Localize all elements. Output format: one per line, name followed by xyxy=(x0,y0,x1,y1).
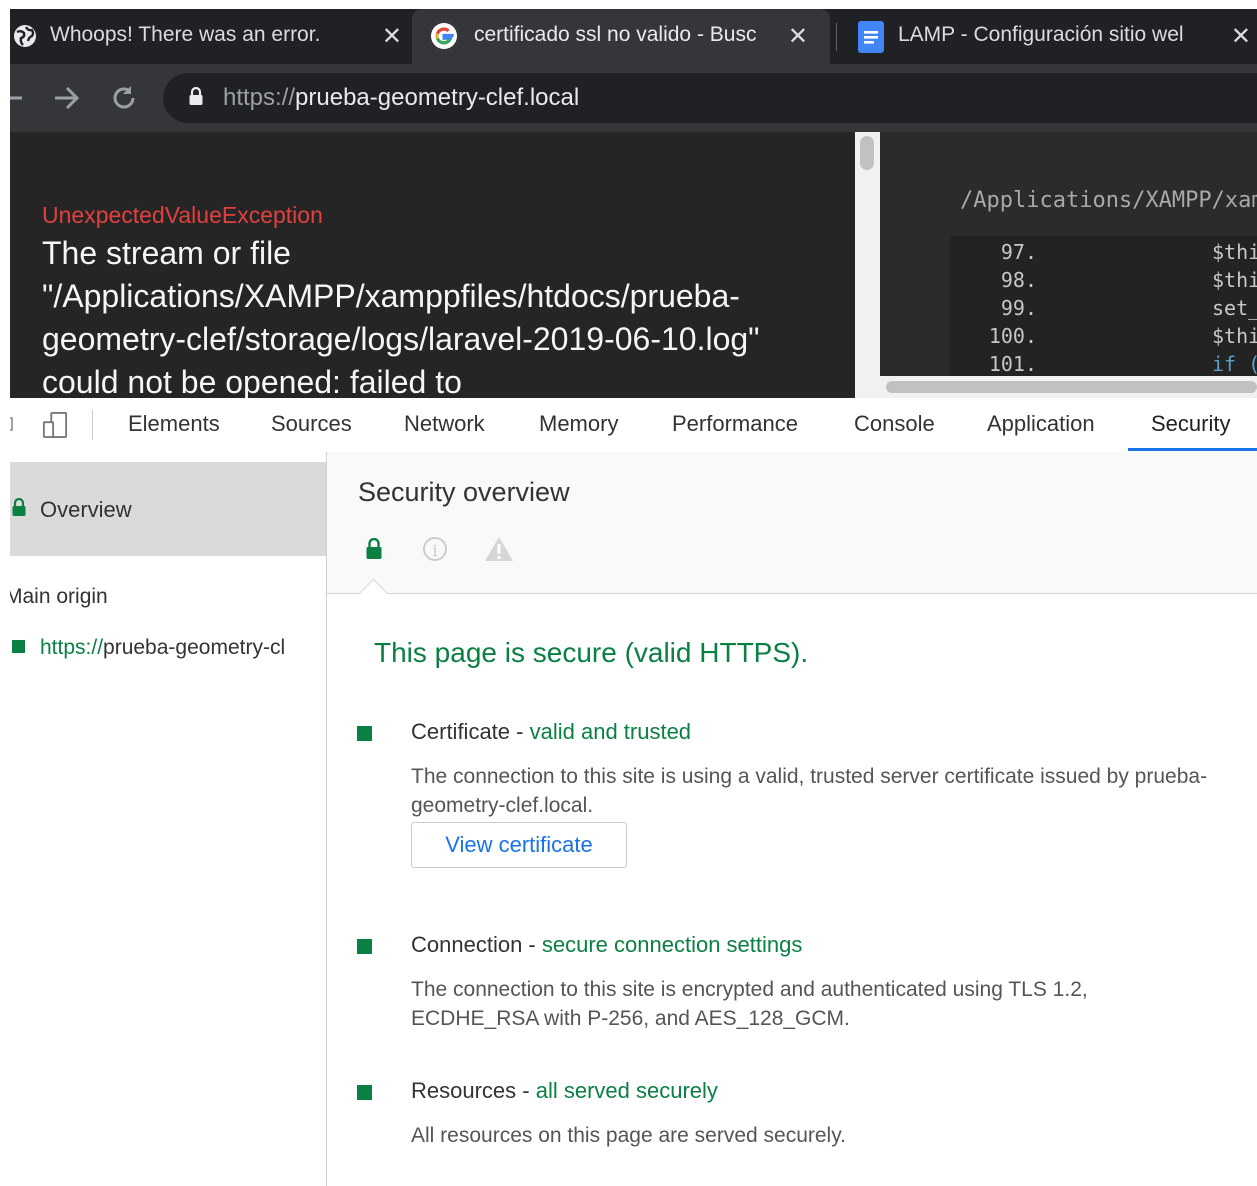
tab-title: LAMP - Configuración sitio wel xyxy=(898,23,1184,46)
tab-sources[interactable]: Sources xyxy=(271,411,352,437)
device-toolbar-icon[interactable] xyxy=(41,412,69,438)
tab-console[interactable]: Console xyxy=(854,411,935,437)
tab-performance[interactable]: Performance xyxy=(672,411,798,437)
sidebar-item-origin[interactable]: https://prueba-geometry-cl xyxy=(10,635,326,665)
globe-icon xyxy=(14,25,36,47)
active-tab-indicator xyxy=(1128,448,1257,451)
tab-strip: Whoops! There was an error. ✕ certificad… xyxy=(10,9,1257,64)
inspect-element-icon[interactable] xyxy=(10,414,14,434)
line-number: 100. xyxy=(988,324,1037,348)
line-number: 99. xyxy=(1000,296,1037,320)
back-arrow-icon[interactable] xyxy=(10,83,24,113)
vertical-scrollbar[interactable] xyxy=(855,132,880,398)
docs-icon xyxy=(858,21,884,53)
tab-network[interactable]: Network xyxy=(404,411,485,437)
main-origin-heading: Main origin xyxy=(10,585,108,608)
page-title: Security overview xyxy=(358,477,570,507)
close-tab-icon[interactable]: ✕ xyxy=(1231,22,1251,51)
reload-icon[interactable] xyxy=(109,83,139,113)
view-certificate-button[interactable]: View certificate xyxy=(411,822,627,868)
section-status: secure connection settings xyxy=(541,932,803,957)
devtools-tabbar: Elements Sources Network Memory Performa… xyxy=(10,398,1257,453)
secure-square-icon xyxy=(357,1085,372,1100)
code-file-path: /Applications/XAMPP/xam xyxy=(960,188,1257,213)
section-label: Resources xyxy=(411,1078,517,1103)
section-status: valid and trusted xyxy=(529,719,692,744)
page-viewport: UnexpectedValueException The stream or f… xyxy=(10,132,1257,398)
section-description: All resources on this page are served se… xyxy=(411,1124,846,1147)
section-heading: Resources - all served securely xyxy=(411,1078,718,1103)
sidebar-item-overview[interactable]: Overview xyxy=(10,462,326,556)
section-status: all served securely xyxy=(535,1078,718,1103)
tab-separator xyxy=(836,23,837,51)
section-description: The connection to this site is encrypted… xyxy=(411,978,1088,1030)
close-tab-icon[interactable]: ✕ xyxy=(788,22,808,51)
browser-tab-google-search[interactable]: certificado ssl no valido - Busc ✕ xyxy=(412,9,830,64)
address-bar[interactable]: https://prueba-geometry-clef.local xyxy=(163,73,1257,123)
line-code: $thi xyxy=(1212,324,1257,348)
active-state-notch xyxy=(358,578,389,609)
browser-window: Whoops! There was an error. ✕ certificad… xyxy=(10,9,1257,1186)
exception-message: The stream or file "/Applications/XAMPP/… xyxy=(42,235,760,398)
line-number: 101. xyxy=(988,352,1037,376)
url-scheme: https:// xyxy=(223,84,296,111)
browser-tab-lamp[interactable]: LAMP - Configuración sitio wel ✕ xyxy=(840,9,1257,64)
line-code: $thi xyxy=(1212,268,1257,292)
line-number: 98. xyxy=(1000,268,1037,292)
resources-section: Resources - all served securely All reso… xyxy=(357,1078,1237,1158)
origin-host: prueba-geometry-cl xyxy=(103,636,286,659)
security-header: Security overview i xyxy=(327,452,1257,609)
tab-title: Whoops! There was an error. xyxy=(50,23,321,46)
code-snippet: 97. $thi 98. $thi 99. set_ 100. $thi 101. if … xyxy=(950,236,1257,376)
line-code: if ( xyxy=(1212,352,1257,376)
line-number: 97. xyxy=(1000,240,1037,264)
lock-icon[interactable] xyxy=(189,87,203,105)
sidebar-item-label: Overview xyxy=(40,497,132,522)
section-label: Certificate xyxy=(411,719,511,744)
lock-icon xyxy=(366,538,382,559)
section-description: The connection to this site is using a v… xyxy=(411,765,1208,817)
origin-scheme: https:// xyxy=(40,636,104,659)
tab-security[interactable]: Security xyxy=(1151,411,1230,437)
section-label: Connection xyxy=(411,932,523,957)
forward-arrow-icon[interactable] xyxy=(52,83,82,113)
origin-url: https://prueba-geometry-cl xyxy=(40,636,285,660)
scrollbar-thumb[interactable] xyxy=(886,381,1257,393)
close-tab-icon[interactable]: ✕ xyxy=(382,22,402,51)
toolbar-divider xyxy=(92,410,93,440)
section-heading: Certificate - valid and trusted xyxy=(411,719,692,744)
browser-toolbar: https://prueba-geometry-clef.local xyxy=(10,64,1257,132)
code-line: 98. $thi xyxy=(950,268,1257,296)
code-line: 97. $thi xyxy=(950,240,1257,268)
info-icon: i xyxy=(423,537,447,561)
lock-icon xyxy=(12,498,26,516)
address-url: https://prueba-geometry-clef.local xyxy=(223,84,579,112)
security-summary: This page is secure (valid HTTPS). xyxy=(374,637,809,668)
exception-name: UnexpectedValueException xyxy=(42,202,323,228)
secure-square-icon xyxy=(12,640,25,653)
tab-title: certificado ssl no valido - Busc xyxy=(474,23,757,46)
security-sidebar: Overview Main origin https://prueba-geom… xyxy=(10,452,327,1186)
google-icon xyxy=(431,23,457,49)
url-host: prueba-geometry-clef.local xyxy=(295,84,580,111)
line-code: $thi xyxy=(1212,240,1257,264)
security-main-panel: Security overview i This page is secure … xyxy=(327,452,1257,1186)
warning-icon xyxy=(485,537,513,561)
code-frame-pane: /Applications/XAMPP/xam 97. $thi 98. $thi … xyxy=(880,132,1257,398)
section-heading: Connection - secure connection settings xyxy=(411,932,803,957)
code-line: 101. if ( xyxy=(950,352,1257,376)
scrollbar-thumb[interactable] xyxy=(860,136,874,170)
secure-square-icon xyxy=(357,939,372,954)
tab-application[interactable]: Application xyxy=(987,411,1095,437)
browser-tab-whoops[interactable]: Whoops! There was an error. ✕ xyxy=(10,9,410,64)
code-line: 99. set_ xyxy=(950,296,1257,324)
certificate-section: Certificate - valid and trusted The conn… xyxy=(357,719,1237,889)
code-line: 100. $thi xyxy=(950,324,1257,352)
line-code: set_ xyxy=(1212,296,1257,320)
tab-memory[interactable]: Memory xyxy=(539,411,618,437)
secure-square-icon xyxy=(357,726,372,741)
horizontal-scrollbar[interactable] xyxy=(880,376,1257,398)
tab-elements[interactable]: Elements xyxy=(128,411,220,437)
connection-section: Connection - secure connection settings … xyxy=(357,932,1237,1032)
